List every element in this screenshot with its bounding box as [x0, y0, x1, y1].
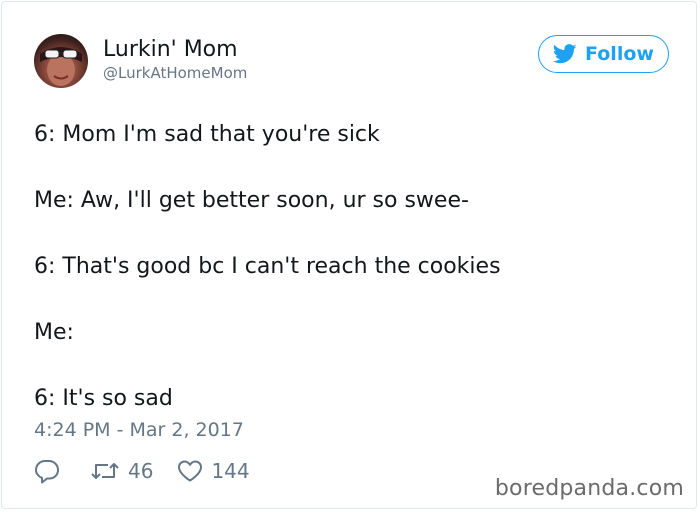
avatar[interactable] [34, 34, 88, 88]
watermark: boredpanda.com [494, 476, 684, 501]
tweet-timestamp[interactable]: 4:24 PM - Mar 2, 2017 [34, 419, 244, 441]
like-count: 144 [211, 459, 250, 483]
reply-button[interactable] [34, 458, 60, 484]
tweet-line: 6: Mom I'm sad that you're sick [34, 122, 380, 147]
tweet-card: Lurkin' Mom @LurkAtHomeMom Follow 6: Mom… [1, 1, 697, 509]
user-handle[interactable]: @LurkAtHomeMom [103, 64, 247, 82]
tweet-line: Me: Aw, I'll get better soon, ur so swee… [34, 188, 469, 213]
reply-bubble-icon [35, 460, 59, 484]
tweet-line: Me: [34, 320, 74, 345]
follow-button[interactable]: Follow [538, 35, 669, 73]
retweet-count: 46 [128, 459, 154, 483]
twitter-bird-icon [553, 44, 577, 64]
tweet-text: 6: Mom I'm sad that you're sick Me: Aw, … [34, 118, 674, 415]
retweet-icon [91, 463, 119, 479]
avatar-image [40, 47, 82, 86]
tweet-line: 6: That's good bc I can't reach the cook… [34, 254, 501, 279]
like-button[interactable]: 144 [177, 459, 250, 483]
display-name[interactable]: Lurkin' Mom [103, 37, 238, 62]
heart-icon [178, 460, 203, 482]
tweet-line: 6: It's so sad [34, 386, 173, 411]
retweet-button[interactable]: 46 [90, 459, 153, 483]
tweet-actions: 46 144 [34, 457, 250, 485]
follow-button-label: Follow [585, 43, 654, 65]
